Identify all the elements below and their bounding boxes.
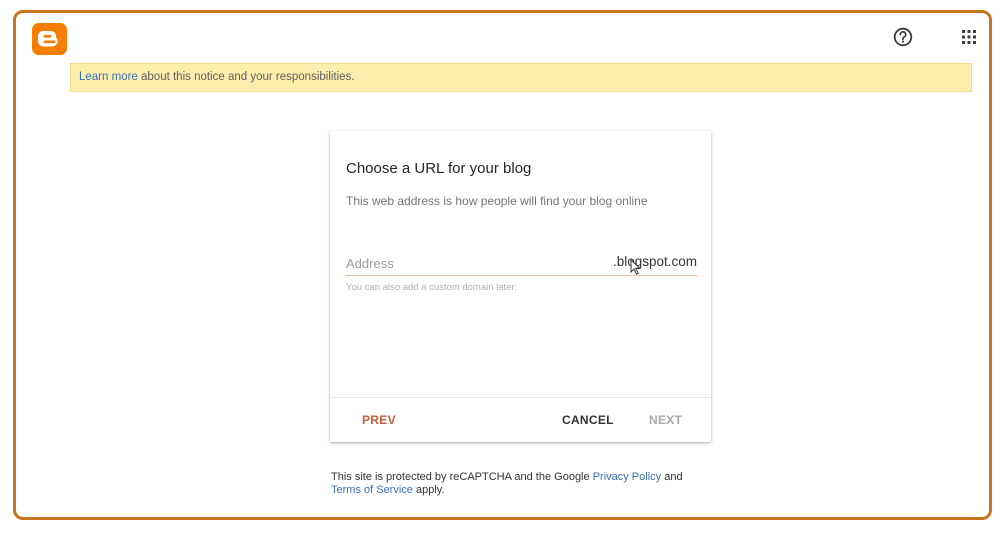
apps-grid-icon[interactable]	[961, 29, 977, 45]
top-bar	[16, 13, 989, 65]
notice-banner: Learn more about this notice and your re…	[70, 63, 972, 92]
app-frame: Learn more about this notice and your re…	[13, 10, 992, 520]
footer-text-2: and	[661, 471, 683, 483]
help-circle-icon[interactable]	[893, 27, 913, 47]
footer-text-3: apply.	[412, 484, 445, 496]
address-field: .blogspot.com	[346, 253, 697, 276]
choose-url-card: Choose a URL for your blog This web addr…	[330, 131, 711, 442]
blogger-logo-icon[interactable]	[32, 23, 67, 55]
learn-more-link[interactable]: Learn more	[79, 71, 138, 83]
helper-text: You can also add a custom domain later.	[346, 282, 517, 293]
prev-button[interactable]: PREV	[356, 406, 402, 434]
privacy-policy-link[interactable]: Privacy Policy	[593, 471, 661, 483]
address-input[interactable]	[346, 253, 586, 273]
card-divider	[330, 397, 711, 398]
terms-of-service-link[interactable]: Terms of Service	[331, 484, 413, 496]
card-title: Choose a URL for your blog	[346, 160, 532, 177]
mouse-pointer-icon	[630, 259, 642, 275]
footer-text-1: This site is protected by reCAPTCHA and …	[331, 471, 593, 483]
blogspot-suffix: .blogspot.com	[612, 254, 697, 269]
cancel-button[interactable]: CANCEL	[556, 406, 620, 434]
card-subtitle: This web address is how people will find…	[346, 194, 648, 208]
notice-text: about this notice and your responsibilit…	[137, 71, 355, 83]
recaptcha-footer: This site is protected by reCAPTCHA and …	[331, 471, 731, 497]
next-button[interactable]: NEXT	[643, 406, 688, 434]
